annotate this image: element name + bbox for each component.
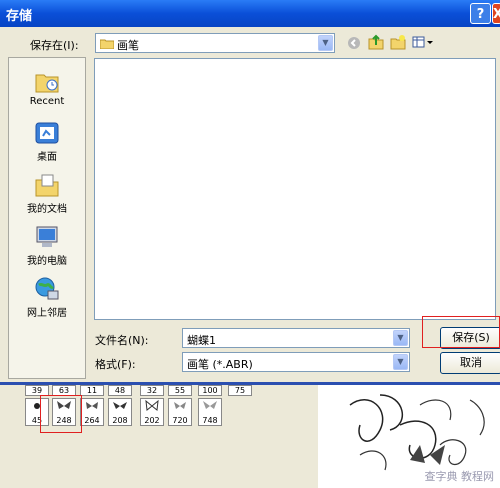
- brush-preset-size: 202: [144, 416, 160, 425]
- chevron-down-icon[interactable]: ▼: [393, 354, 408, 370]
- up-folder-icon[interactable]: [368, 34, 384, 50]
- place-network-label: 网上邻居: [27, 308, 67, 319]
- place-my-computer-label: 我的电脑: [27, 256, 67, 267]
- place-recent[interactable]: Recent: [9, 68, 85, 107]
- brush-preset[interactable]: 208: [108, 398, 132, 426]
- back-icon[interactable]: [347, 36, 361, 50]
- brush-preset[interactable]: 720: [168, 398, 192, 426]
- dialog-title: 存储: [6, 9, 33, 24]
- recent-folder-icon: [34, 68, 60, 94]
- view-menu-icon[interactable]: [412, 36, 434, 48]
- chevron-down-icon[interactable]: ▼: [393, 330, 408, 346]
- my-computer-icon: [34, 224, 60, 250]
- save-highlight-box: [422, 316, 500, 348]
- close-button[interactable]: X: [492, 3, 500, 24]
- butterfly-brush-icon: [203, 401, 217, 409]
- new-folder-icon[interactable]: [390, 34, 406, 50]
- place-desktop[interactable]: 桌面: [9, 120, 85, 163]
- brush-size-top[interactable]: 32: [140, 385, 164, 396]
- watermark: 查字典 教程网: [424, 470, 495, 483]
- brush-preset[interactable]: 748: [198, 398, 222, 426]
- places-bar: Recent 桌面 我的文档 我的电脑 网上邻居: [8, 57, 86, 379]
- folder-icon: [100, 39, 114, 49]
- chevron-down-icon[interactable]: ▼: [318, 35, 333, 51]
- save-in-select[interactable]: 画笔 ▼: [95, 33, 335, 53]
- place-my-computer[interactable]: 我的电脑: [9, 224, 85, 267]
- butterfly-brush-icon: [145, 399, 159, 411]
- file-list[interactable]: [94, 58, 496, 320]
- help-button[interactable]: ?: [470, 3, 491, 24]
- brush-preset-size: 720: [172, 416, 188, 425]
- place-my-documents-label: 我的文档: [27, 204, 67, 215]
- brush-size-top[interactable]: 48: [108, 385, 132, 396]
- title-bar: 存储 ? X: [0, 0, 500, 27]
- desktop-icon: [34, 120, 60, 146]
- format-select[interactable]: 画笔 (*.ABR) ▼: [182, 352, 410, 372]
- filename-value: 蝴蝶1: [187, 334, 216, 347]
- my-documents-icon: [34, 172, 60, 198]
- filename-label: 文件名(N):: [95, 334, 149, 347]
- save-in-label: 保存在(I):: [30, 39, 79, 52]
- brush-grid: 39 63 11 48 32 55 100 75 45 248 264 208 …: [0, 385, 318, 488]
- brush-preset[interactable]: 264: [80, 398, 104, 426]
- format-value: 画笔 (*.ABR): [187, 358, 253, 371]
- butterfly-brush-icon: [86, 402, 98, 409]
- brush-size-top[interactable]: 75: [228, 385, 252, 396]
- format-label: 格式(F):: [95, 358, 136, 371]
- save-dialog: 存储 ? X 保存在(I): 画笔 ▼ Recent 桌面 我的文档 我的电脑: [0, 0, 500, 382]
- cancel-button[interactable]: 取消: [440, 352, 500, 374]
- brush-size-top[interactable]: 55: [168, 385, 192, 396]
- brush-preset-size: 208: [112, 416, 128, 425]
- save-in-value: 画笔: [117, 39, 139, 52]
- brush-preset[interactable]: 202: [140, 398, 164, 426]
- brush-size-top[interactable]: 11: [80, 385, 104, 396]
- butterfly-brush-icon: [113, 402, 127, 409]
- brush-preset-panel: 39 63 11 48 32 55 100 75 45 248 264 208 …: [0, 382, 500, 488]
- place-network[interactable]: 网上邻居: [9, 276, 85, 319]
- selected-brush-highlight-box: [40, 395, 82, 433]
- network-icon: [34, 276, 60, 302]
- place-my-documents[interactable]: 我的文档: [9, 172, 85, 215]
- brush-preset-size: 264: [84, 416, 100, 425]
- brush-preset-size: 748: [202, 416, 218, 425]
- brush-size-top[interactable]: 100: [198, 385, 222, 396]
- place-recent-label: Recent: [29, 96, 65, 107]
- filename-field[interactable]: 蝴蝶1 ▼: [182, 328, 410, 348]
- place-desktop-label: 桌面: [37, 152, 57, 163]
- butterfly-brush-icon: [174, 402, 186, 409]
